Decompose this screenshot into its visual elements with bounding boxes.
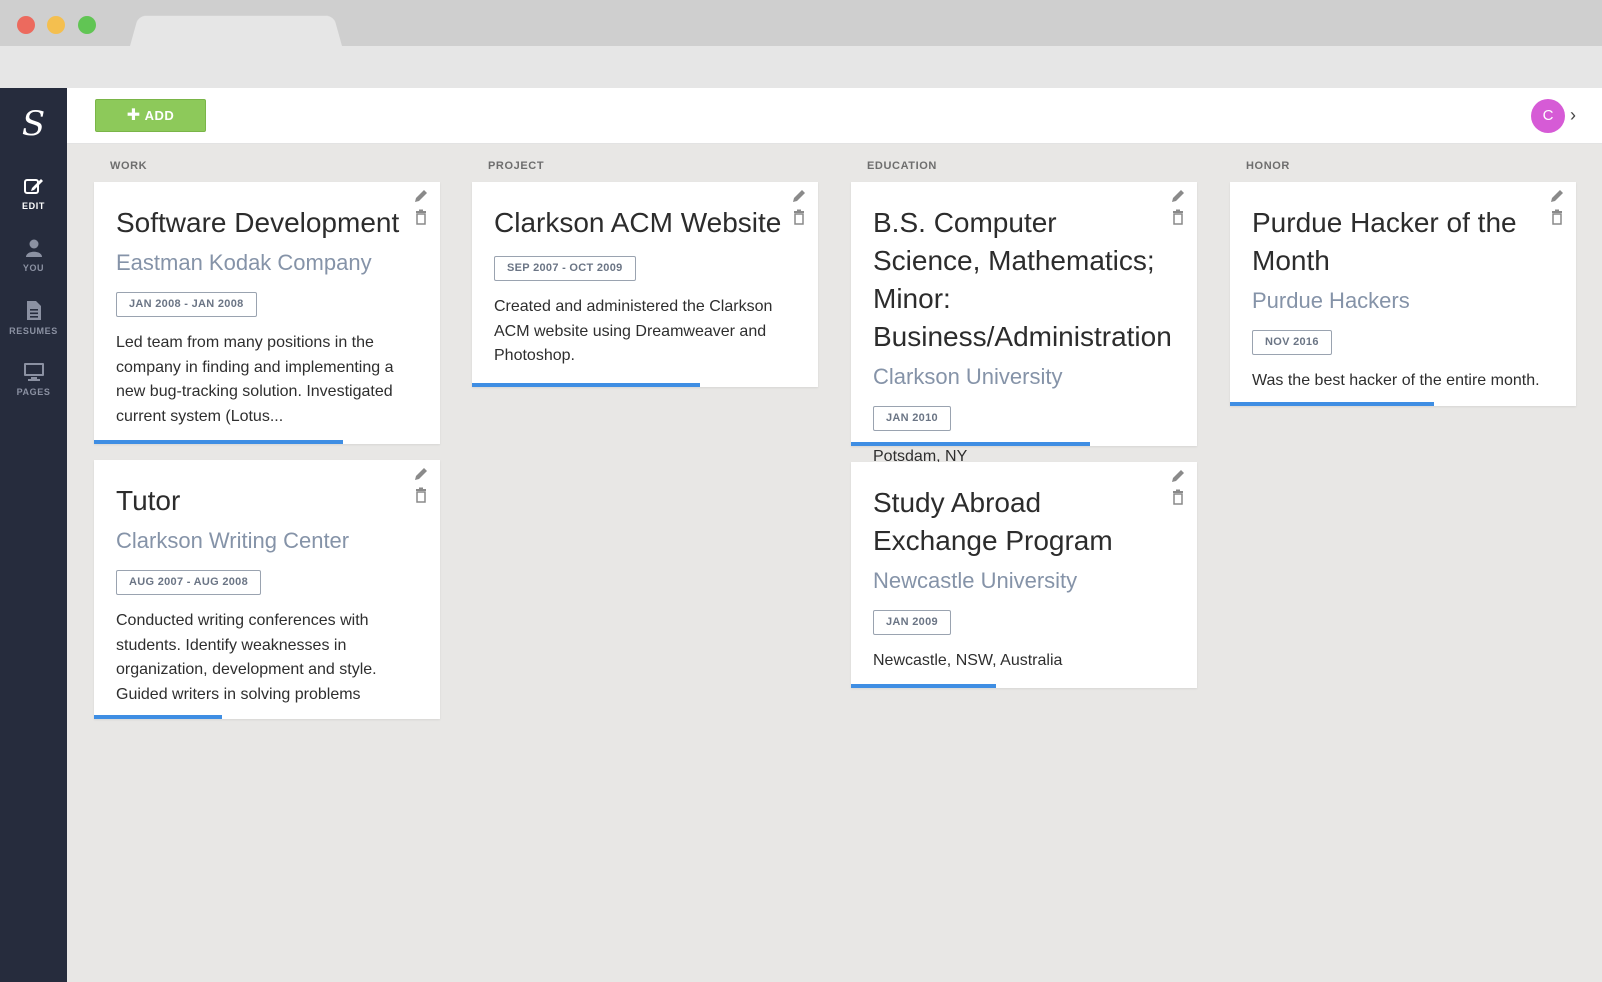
card[interactable]: Purdue Hacker of the Month Purdue Hacker… [1230, 182, 1576, 406]
trash-icon[interactable] [791, 209, 807, 225]
card-organization: Clarkson Writing Center [116, 528, 350, 553]
date-badge: JAN 2009 [873, 610, 951, 635]
pencil-icon[interactable] [413, 188, 429, 204]
card-description: Was the best hacker of the entire month. [1252, 372, 1540, 389]
user-icon [25, 239, 42, 257]
card-title: Tutor [116, 485, 181, 516]
chevron-right-icon[interactable]: › [1570, 104, 1576, 126]
card-title: Purdue Hacker of the Month [1252, 207, 1517, 276]
sidebar-item-you[interactable]: YOU [0, 238, 67, 296]
card-organization: Newcastle University [873, 568, 1078, 593]
date-badge: AUG 2007 - AUG 2008 [116, 570, 262, 595]
app-logo[interactable]: S [0, 104, 67, 144]
card[interactable]: Tutor Clarkson Writing Center AUG 2007 -… [94, 460, 440, 719]
column-title: HONOR [1246, 160, 1290, 172]
card-title: Study Abroad Exchange Program [873, 487, 1113, 556]
card[interactable]: Software Development Eastman Kodak Compa… [94, 182, 440, 444]
close-window-button[interactable] [17, 16, 35, 34]
progress-bar [472, 383, 701, 387]
progress-bar [94, 440, 344, 444]
card-description: Newcastle, NSW, Australia [873, 652, 1063, 669]
progress-bar [851, 442, 1090, 446]
date-badge: JAN 2010 [873, 406, 951, 431]
trash-icon[interactable] [1549, 209, 1565, 225]
add-button-label: ADD [144, 108, 175, 123]
browser-titlebar [0, 0, 1602, 47]
pencil-icon[interactable] [1170, 468, 1186, 484]
browser-tab[interactable] [130, 15, 342, 47]
minimize-window-button[interactable] [47, 16, 65, 34]
trash-icon[interactable] [413, 209, 429, 225]
sidebar-item-label: YOU [22, 263, 45, 273]
card[interactable]: Clarkson ACM Website SEP 2007 - OCT 2009… [472, 182, 818, 387]
date-badge: JAN 2008 - JAN 2008 [116, 292, 257, 317]
maximize-window-button[interactable] [78, 16, 96, 34]
card-title: Clarkson ACM Website [494, 207, 782, 238]
date-badge: NOV 2016 [1252, 330, 1332, 355]
sidebar-item-label: PAGES [16, 387, 51, 397]
pencil-icon[interactable] [413, 466, 429, 482]
avatar[interactable]: C [1531, 99, 1565, 133]
column-title: WORK [110, 160, 148, 172]
card-title: B.S. Computer Science, Mathematics; Mino… [873, 207, 1172, 352]
card-organization: Eastman Kodak Company [116, 250, 372, 275]
card-description: Created and administered the Clarkson AC… [494, 298, 773, 364]
sidebar-item-label: RESUMES [9, 326, 58, 336]
add-button[interactable]: ✚ ADD [95, 99, 206, 132]
trash-icon[interactable] [1170, 489, 1186, 505]
trash-icon[interactable] [413, 487, 429, 503]
monitor-icon [23, 363, 44, 381]
card-description: Conducted writing conferences with stude… [116, 612, 377, 703]
card-organization: Clarkson University [873, 364, 1063, 389]
plus-icon: ✚ [126, 107, 141, 124]
progress-bar [1230, 402, 1435, 406]
card-title: Software Development [116, 207, 400, 238]
pencil-icon[interactable] [1549, 188, 1565, 204]
card-organization: Purdue Hackers [1252, 288, 1410, 313]
card-description: Led team from many positions in the comp… [116, 334, 394, 425]
edit-icon [23, 179, 43, 194]
sidebar-item-label: EDIT [22, 201, 45, 211]
trash-icon[interactable] [1170, 209, 1186, 225]
pencil-icon[interactable] [1170, 188, 1186, 204]
progress-bar [94, 715, 223, 719]
progress-bar [851, 684, 997, 688]
sidebar-item-edit[interactable]: EDIT [0, 176, 67, 234]
browser-toolbar [0, 46, 1602, 88]
column-title: EDUCATION [867, 160, 937, 172]
sidebar-item-pages[interactable]: PAGES [0, 362, 67, 420]
sidebar: S EDIT YOU RESUMES PAGES [0, 88, 67, 982]
date-badge: SEP 2007 - OCT 2009 [494, 256, 636, 281]
card[interactable]: Study Abroad Exchange Program Newcastle … [851, 462, 1197, 688]
pencil-icon[interactable] [791, 188, 807, 204]
board: WORK Software Development Eastman Kodak … [67, 144, 1602, 982]
card[interactable]: B.S. Computer Science, Mathematics; Mino… [851, 182, 1197, 465]
top-bar: ✚ ADD C › [67, 88, 1602, 144]
column-title: PROJECT [488, 160, 545, 172]
document-icon [26, 301, 41, 320]
sidebar-item-resumes[interactable]: RESUMES [0, 300, 67, 358]
